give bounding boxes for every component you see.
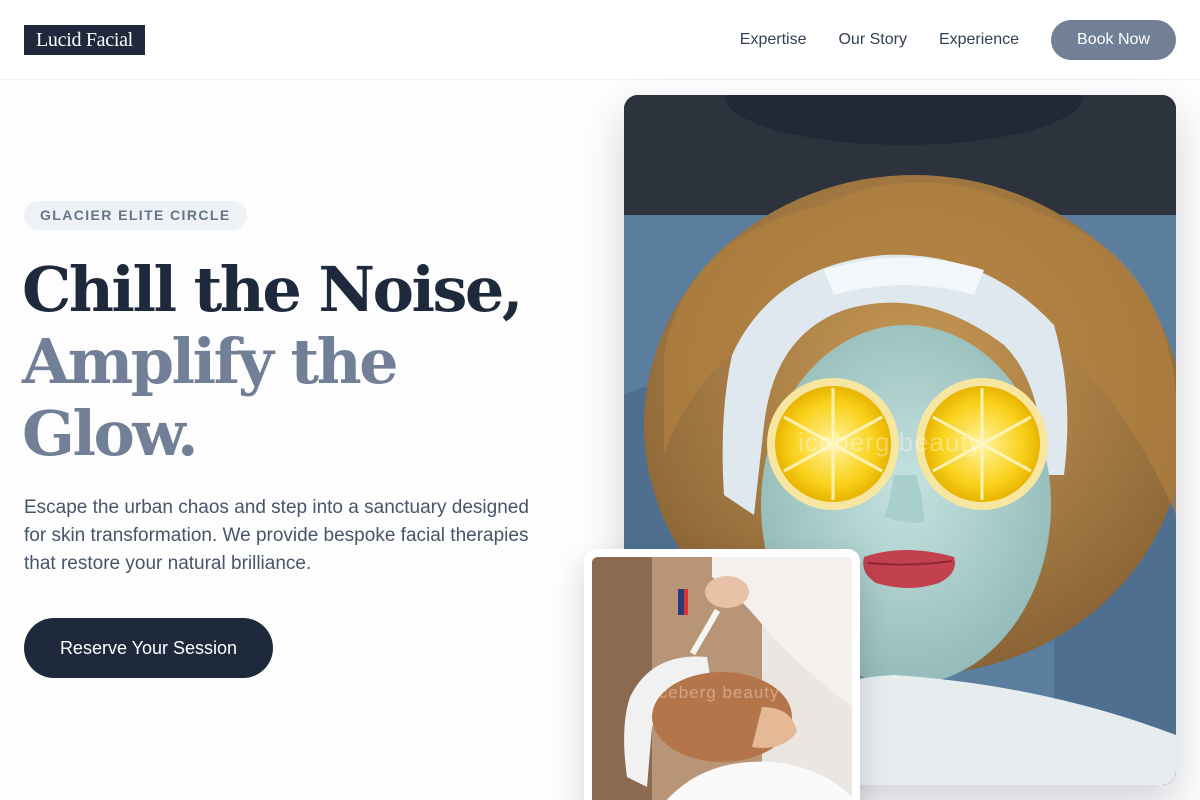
small-image-watermark: iceberg beauty bbox=[654, 683, 780, 702]
book-now-button[interactable]: Book Now bbox=[1051, 20, 1176, 60]
clay-mask-treatment-illustration bbox=[592, 557, 852, 800]
logo[interactable]: Lucid Facial bbox=[24, 25, 145, 55]
secondary-image-card: iceberg beauty bbox=[584, 549, 860, 800]
nav-link-expertise[interactable]: Expertise bbox=[740, 31, 807, 49]
main-nav: Expertise Our Story Experience Book Now bbox=[740, 20, 1176, 60]
headline-line-2: Amplify the Glow. bbox=[22, 325, 399, 470]
headline-line-1: Chill the Noise, bbox=[22, 253, 523, 326]
main-image-watermark: iceberg beauty bbox=[798, 427, 983, 457]
nav-link-our-story[interactable]: Our Story bbox=[838, 31, 906, 49]
nav-link-experience[interactable]: Experience bbox=[939, 31, 1019, 49]
site-header: Lucid Facial Expertise Our Story Experie… bbox=[0, 0, 1200, 80]
secondary-image: iceberg beauty bbox=[592, 557, 852, 800]
hero-description: Escape the urban chaos and step into a s… bbox=[24, 497, 529, 574]
reserve-session-button[interactable]: Reserve Your Session bbox=[24, 618, 273, 678]
membership-badge: GLACIER ELITE CIRCLE bbox=[24, 201, 247, 230]
hero-headline: Chill the Noise, Amplify the Glow. bbox=[22, 254, 582, 470]
